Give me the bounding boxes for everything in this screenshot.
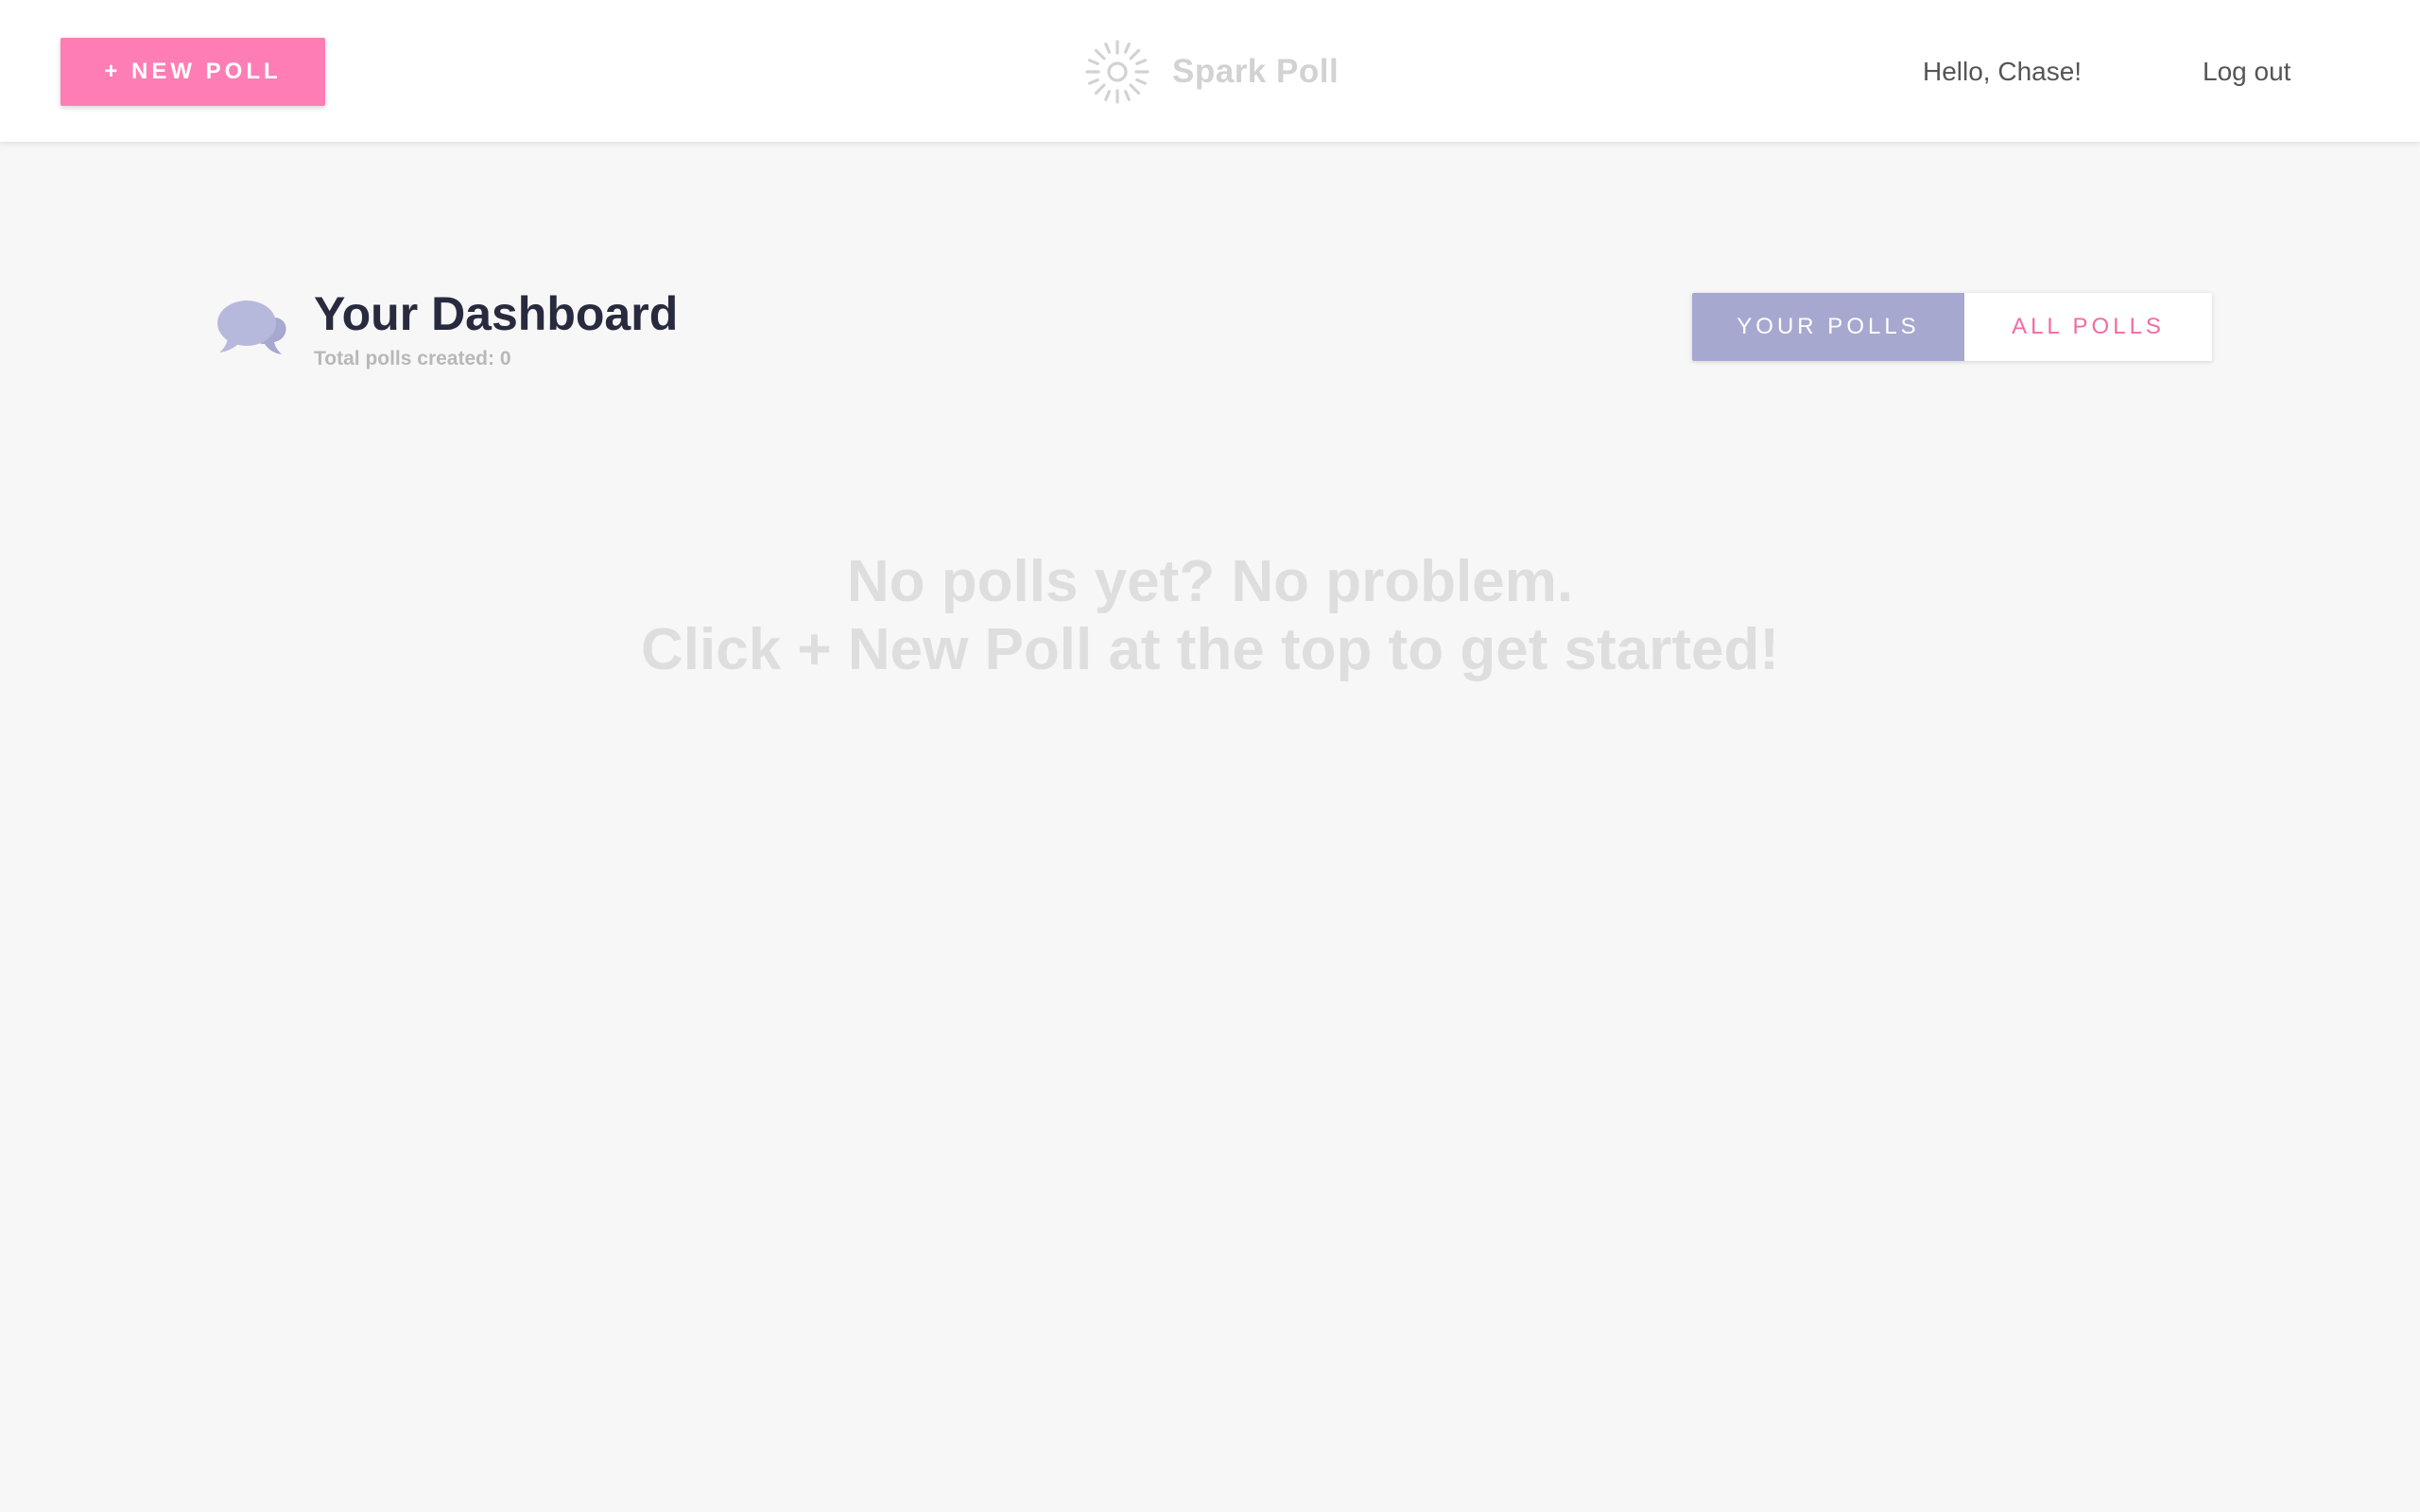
logout-link[interactable]: Log out: [2203, 53, 2290, 91]
polls-count-text: Total polls created: 0: [314, 348, 511, 369]
page-title: Your Dashboard: [314, 287, 679, 340]
user-greeting: Hello, Chase!: [1923, 57, 2083, 86]
dashboard-header: Your Dashboard Total polls created: 0 Yo…: [216, 284, 2212, 387]
brand-logo[interactable]: Spark Poll: [1083, 36, 1339, 108]
tab-all-polls[interactable]: All Polls: [1964, 293, 2212, 361]
sun-burst-icon: [1085, 40, 1150, 104]
empty-state-line-2: Click + New Poll at the top to get start…: [640, 617, 1779, 682]
top-navbar: + New Poll Spar: [0, 0, 2420, 142]
poll-filter-toggle: Your Polls All Polls: [1692, 293, 2212, 361]
chat-bubbles-icon: [217, 301, 286, 354]
empty-state-message: No polls yet? No problem. Click + New Po…: [0, 548, 2420, 684]
tab-your-polls[interactable]: Your Polls: [1692, 293, 1964, 361]
new-poll-button[interactable]: + New Poll: [60, 38, 325, 106]
empty-state-line-1: No polls yet? No problem.: [846, 549, 1574, 614]
brand-name: Spark Poll: [1172, 53, 1340, 90]
